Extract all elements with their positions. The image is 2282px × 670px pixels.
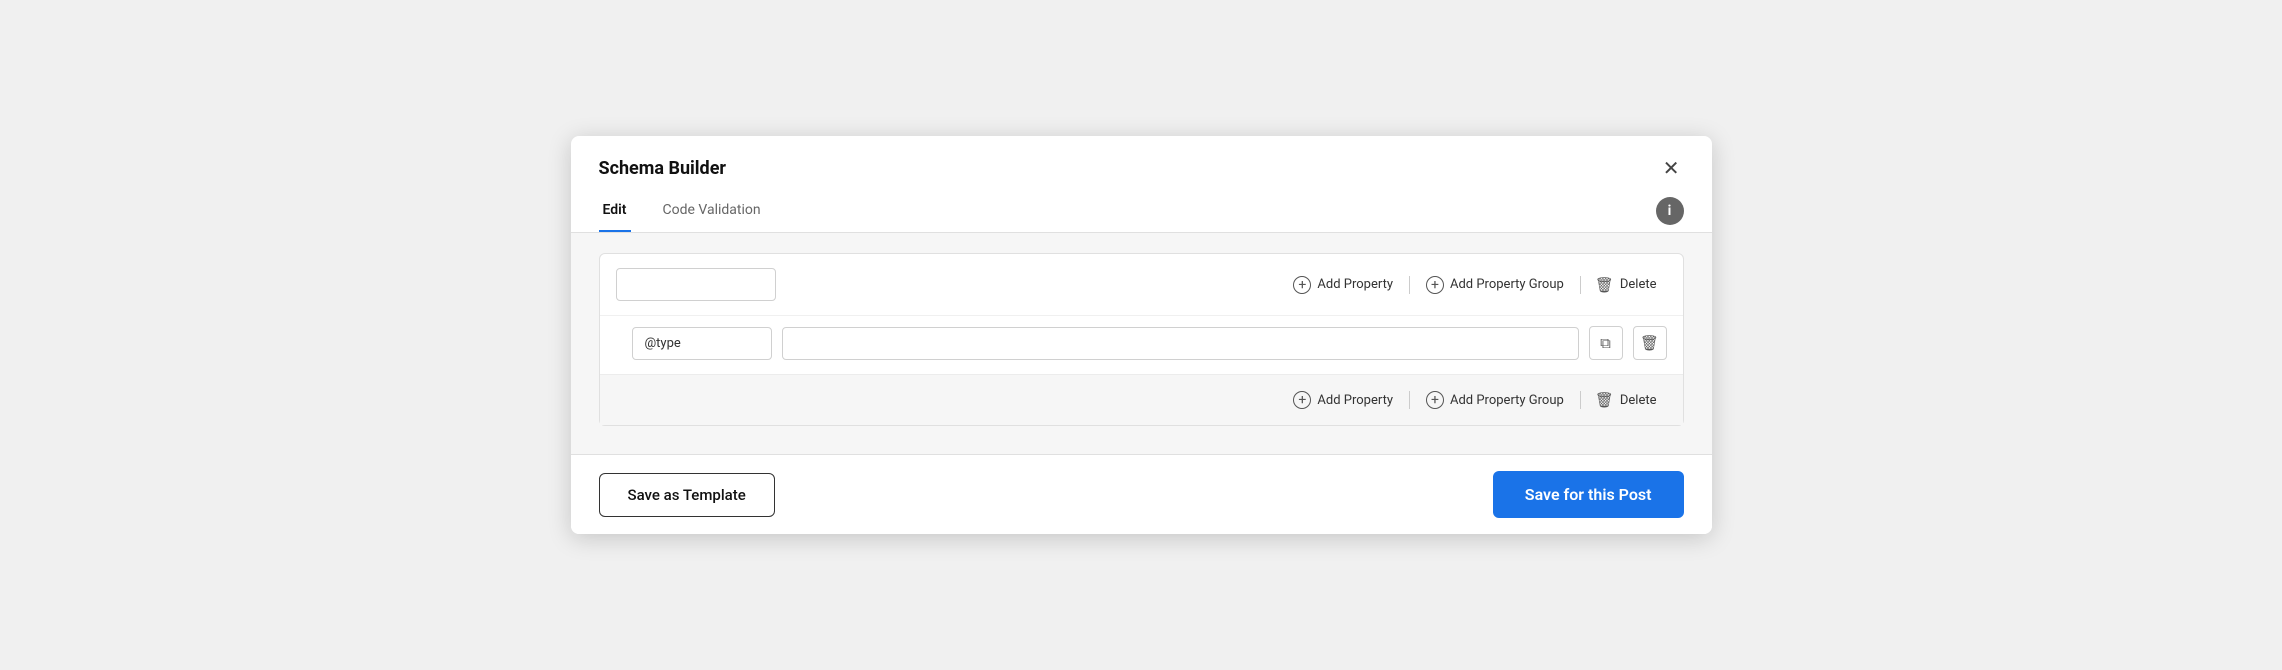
top-delete-button[interactable]: 🗑 Delete bbox=[1585, 270, 1667, 300]
action-divider bbox=[1409, 276, 1410, 294]
add-property-icon: + bbox=[1293, 276, 1311, 294]
top-add-property-button[interactable]: + Add Property bbox=[1281, 270, 1405, 300]
property-value-input[interactable] bbox=[782, 327, 1579, 360]
schema-builder-modal: Schema Builder ✕ Edit Code Validation i bbox=[571, 136, 1712, 534]
add-property-group-icon: + bbox=[1426, 276, 1444, 294]
info-button[interactable]: i bbox=[1656, 197, 1684, 225]
bottom-action-divider-2 bbox=[1580, 391, 1581, 409]
property-row: ⧉ 🗑 bbox=[600, 315, 1683, 374]
trash-icon-top: 🗑 bbox=[1595, 276, 1614, 294]
bottom-add-property-button[interactable]: + Add Property bbox=[1281, 385, 1405, 415]
trash-icon-bottom: 🗑 bbox=[1595, 391, 1614, 409]
tabs-bar: Edit Code Validation i bbox=[571, 190, 1712, 233]
copy-icon: ⧉ bbox=[1600, 334, 1611, 352]
tab-code-validation[interactable]: Code Validation bbox=[659, 190, 765, 232]
bottom-add-property-icon: + bbox=[1293, 391, 1311, 409]
top-block-actions: + Add Property + Add Property Group 🗑 De… bbox=[1281, 270, 1666, 300]
save-post-button[interactable]: Save for this Post bbox=[1493, 471, 1684, 518]
modal-title: Schema Builder bbox=[599, 158, 727, 179]
trash-icon-property: 🗑 bbox=[1640, 334, 1659, 352]
close-icon: ✕ bbox=[1663, 158, 1680, 178]
info-icon: i bbox=[1668, 203, 1672, 219]
bottom-delete-button[interactable]: 🗑 Delete bbox=[1585, 385, 1667, 415]
schema-block: + Add Property + Add Property Group 🗑 De… bbox=[599, 253, 1684, 426]
schema-name-input[interactable] bbox=[616, 268, 776, 301]
copy-property-button[interactable]: ⧉ bbox=[1589, 326, 1623, 360]
top-add-property-group-button[interactable]: + Add Property Group bbox=[1414, 270, 1576, 300]
bottom-action-divider bbox=[1409, 391, 1410, 409]
action-divider-2 bbox=[1580, 276, 1581, 294]
tab-edit[interactable]: Edit bbox=[599, 190, 631, 232]
save-template-button[interactable]: Save as Template bbox=[599, 473, 775, 517]
delete-property-button[interactable]: 🗑 bbox=[1633, 326, 1667, 360]
bottom-block-actions: + Add Property + Add Property Group 🗑 De… bbox=[600, 374, 1683, 425]
modal-header: Schema Builder ✕ bbox=[571, 136, 1712, 182]
content-area: + Add Property + Add Property Group 🗑 De… bbox=[571, 233, 1712, 454]
tabs-container: Edit Code Validation bbox=[599, 190, 793, 232]
schema-block-header: + Add Property + Add Property Group 🗑 De… bbox=[600, 254, 1683, 315]
property-key-input[interactable] bbox=[632, 327, 772, 360]
modal-footer: Save as Template Save for this Post bbox=[571, 454, 1712, 534]
bottom-add-property-group-button[interactable]: + Add Property Group bbox=[1414, 385, 1576, 415]
bottom-add-property-group-icon: + bbox=[1426, 391, 1444, 409]
close-button[interactable]: ✕ bbox=[1659, 154, 1684, 182]
